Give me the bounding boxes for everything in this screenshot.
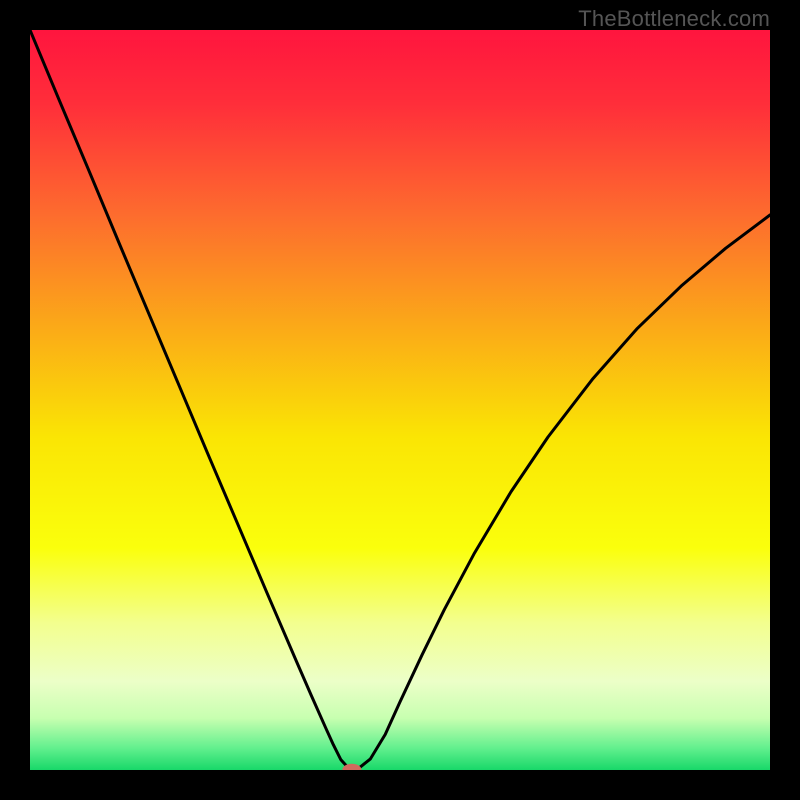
watermark-text: TheBottleneck.com bbox=[578, 6, 770, 32]
chart-frame: TheBottleneck.com bbox=[0, 0, 800, 800]
plot-area bbox=[30, 30, 770, 770]
gradient-background bbox=[30, 30, 770, 770]
bottleneck-chart bbox=[30, 30, 770, 770]
